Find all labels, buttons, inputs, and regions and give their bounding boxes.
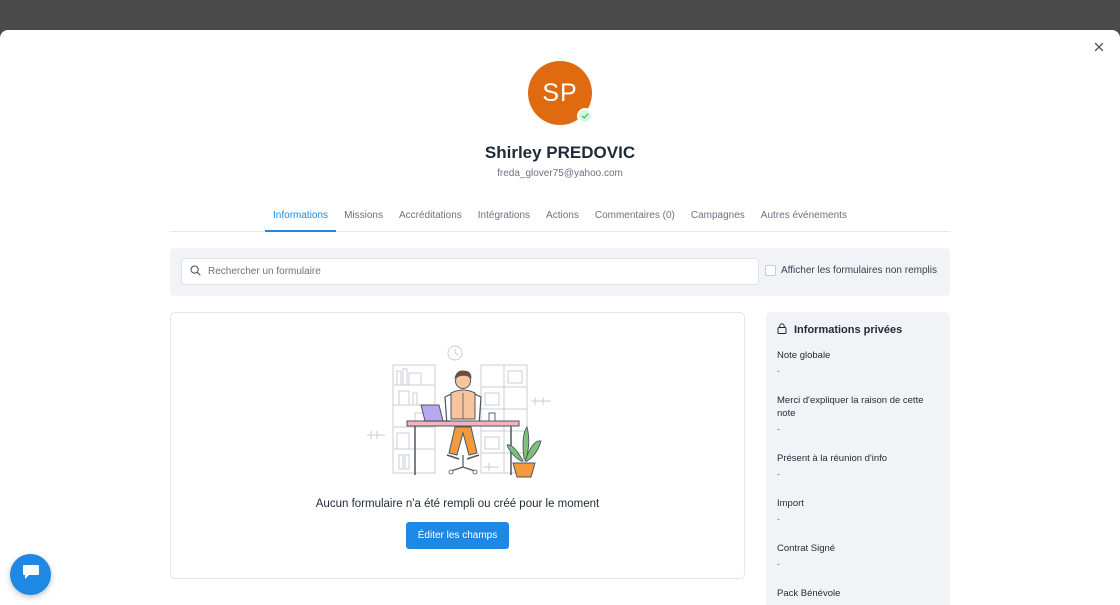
private-field: Note globale - [777, 349, 939, 377]
show-unfilled-label[interactable]: Afficher les formulaires non remplis [781, 265, 937, 276]
forms-empty-state: Aucun formulaire n'a été rempli ou créé … [170, 312, 745, 579]
chat-icon [21, 563, 41, 586]
tab-actions[interactable]: Actions [538, 202, 587, 232]
lock-icon [777, 323, 787, 337]
close-icon[interactable] [1092, 40, 1106, 54]
field-label: Présent à la réunion d'info [777, 453, 888, 464]
tab-missions[interactable]: Missions [336, 202, 391, 232]
profile-email: freda_glover75@yahoo.com [497, 168, 623, 179]
field-label: Import [777, 498, 804, 509]
avatar-container: SP [528, 61, 593, 125]
tab-autres-evenements[interactable]: Autres événements [753, 202, 855, 232]
search-input[interactable] [208, 266, 728, 277]
tab-integrations[interactable]: Intégrations [470, 202, 538, 232]
private-field: Présent à la réunion d'info - [777, 452, 939, 480]
verified-check-icon [577, 108, 593, 124]
search-input-wrapper [181, 258, 759, 285]
private-info-title: Informations privées [794, 324, 903, 336]
edit-fields-button[interactable]: Éditer les champs [406, 522, 509, 549]
field-label: Merci d'expliquer la raison de cette not… [777, 395, 924, 419]
private-field: Pack Bénévole [777, 587, 939, 600]
field-value: - [777, 559, 780, 569]
volunteer-profile-modal: SP Shirley PREDOVIC freda_glover75@yahoo… [0, 30, 1120, 605]
private-field: Merci d'expliquer la raison de cette not… [777, 394, 939, 435]
private-field: Contrat Signé - [777, 542, 939, 570]
field-value: - [777, 366, 780, 376]
private-info-panel: Informations privées Note globale - Merc… [766, 312, 950, 605]
field-label: Note globale [777, 350, 831, 361]
form-search-bar: Afficher les formulaires non remplis [170, 248, 950, 296]
tab-informations[interactable]: Informations [265, 202, 337, 232]
chat-support-button[interactable] [10, 554, 51, 595]
profile-tabs: Informations Missions Accréditations Int… [170, 202, 950, 232]
show-unfilled-toggle: Afficher les formulaires non remplis [765, 265, 937, 276]
show-unfilled-checkbox[interactable] [765, 265, 776, 276]
private-info-header: Informations privées [777, 323, 939, 337]
tab-commentaires[interactable]: Commentaires (0) [587, 202, 683, 232]
tab-campagnes[interactable]: Campagnes [683, 202, 753, 232]
field-label: Pack Bénévole [777, 588, 841, 599]
field-value: - [777, 514, 780, 524]
field-label: Contrat Signé [777, 543, 836, 554]
profile-name: Shirley PREDOVIC [484, 143, 636, 162]
search-icon [190, 263, 201, 281]
office-illustration [363, 343, 553, 478]
empty-state-message: Aucun formulaire n'a été rempli ou créé … [315, 498, 600, 510]
private-field: Import - [777, 497, 939, 525]
field-value: - [777, 424, 780, 434]
field-value: - [777, 469, 780, 479]
tab-accreditations[interactable]: Accréditations [391, 202, 470, 232]
